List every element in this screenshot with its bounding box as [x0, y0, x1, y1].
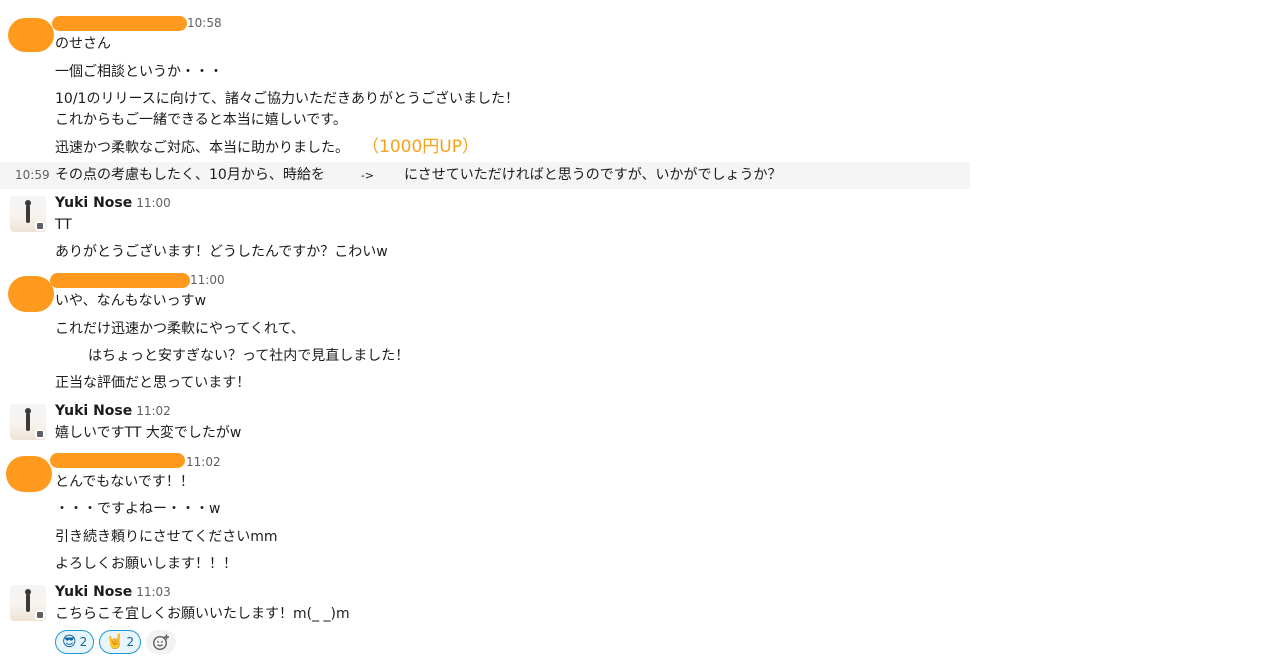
message-text: これだけ迅速かつ柔軟にやってくれて、 — [55, 321, 305, 337]
avatar[interactable] — [10, 404, 46, 440]
message-text: とんでもないです！！ — [55, 474, 194, 490]
reaction-rock-hand[interactable]: 🤘 2 — [99, 630, 142, 654]
salary-annotation: （1000円UP） — [362, 137, 479, 157]
sender-name[interactable]: Yuki Nose 11:00 — [55, 195, 171, 211]
message-text: その点の考慮もしたく、10月から、時給を -> にさせていただければと思うのですが、… — [55, 165, 781, 186]
presence-status — [35, 429, 45, 439]
message-text: ・・・ですよねー・・・w — [55, 501, 221, 517]
message-timestamp[interactable]: 10:59 — [15, 168, 50, 182]
message-text: 10/1のリリースに向けて、諸々ご協力いただきありがとうございました！ — [55, 91, 520, 107]
reaction-count: 2 — [126, 635, 135, 649]
message-text: こちらこそ宜しくお願いいたします！m(_ _)m — [55, 606, 350, 622]
add-emoji-icon — [152, 634, 169, 651]
rock-hand-icon: 🤘 — [106, 634, 124, 650]
message-timestamp[interactable]: 11:00 — [190, 273, 225, 287]
avatar[interactable] — [10, 196, 46, 232]
message-text-part: -> — [360, 169, 375, 182]
redacted-avatar — [6, 456, 52, 492]
message-text: はちょっと安すぎない？って社内で見直しました！ — [88, 348, 410, 364]
message-text: よろしくお願いします！！！ — [55, 556, 237, 572]
message-timestamp[interactable]: 11:02 — [186, 455, 221, 469]
message-text: 一個ご相談というか・・・ — [55, 64, 223, 80]
message-timestamp[interactable]: 11:03 — [136, 585, 171, 599]
message-text: これからもご一緒できると本当に嬉しいです。 — [55, 112, 347, 128]
reaction-count: 2 — [79, 635, 88, 649]
message-text: のせさん — [55, 36, 111, 52]
message-text: いや、なんもないっすw — [55, 293, 207, 309]
redacted-sender-name — [50, 273, 190, 288]
sender-name[interactable]: Yuki Nose 11:03 — [55, 584, 171, 600]
redacted-avatar — [8, 276, 54, 312]
message-text: 正当な評価だと思っています！ — [55, 375, 251, 391]
message-text: 引き続き頼りにさせてくださいmm — [55, 529, 278, 545]
message-text: TT — [55, 217, 72, 233]
message-text-part: にさせていただければと思うのですが、いかがでしょうか？ — [404, 167, 782, 183]
reaction-sunglasses[interactable]: 😎 2 — [55, 630, 95, 654]
redacted-sender-name — [50, 453, 185, 468]
redacted-sender-name — [52, 16, 187, 31]
message-text-part: その点の考慮もしたく、10月から、時給を — [55, 167, 325, 183]
message-timestamp[interactable]: 11:00 — [136, 196, 171, 210]
message-text: ありがとうございます！どうしたんですか？こわいw — [55, 244, 388, 260]
message-timestamp[interactable]: 10:58 — [187, 16, 222, 30]
add-reaction-button[interactable] — [146, 630, 176, 654]
message-timestamp[interactable]: 11:02 — [136, 404, 171, 418]
presence-status — [35, 610, 45, 620]
avatar[interactable] — [10, 585, 46, 621]
message-text: 迅速かつ柔軟なご対応、本当に助かりました。 — [55, 140, 349, 156]
presence-status — [35, 221, 45, 231]
sender-name[interactable]: Yuki Nose 11:02 — [55, 403, 171, 419]
sunglasses-face-icon: 😎 — [62, 634, 77, 650]
redacted-avatar — [8, 18, 54, 52]
message-text: 嬉しいですTT 大変でしたがw — [55, 425, 242, 441]
